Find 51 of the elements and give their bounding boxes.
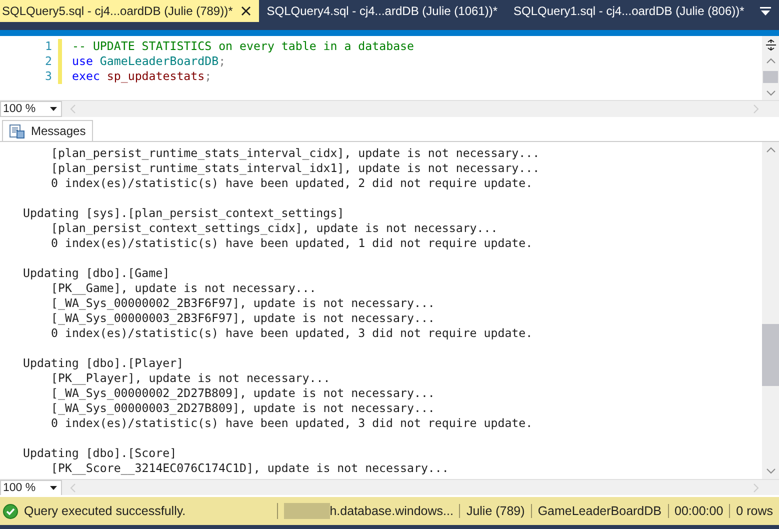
message-line: [PK__Score__3214EC076C174C1D], update is not necessary...	[51, 461, 449, 475]
message-line: [_WA_Sys_00000002_2D27B809], update is not necessary...	[51, 386, 435, 400]
code-line: use GameLeaderBoardDB;	[72, 54, 227, 69]
document-tab[interactable]: SQLQuery4.sql - cj4...ardDB (Julie (1061))*	[264, 0, 506, 22]
message-line: [_WA_Sys_00000003_2B3F6F97], update is not necessary...	[51, 311, 435, 325]
scroll-up-icon[interactable]	[766, 57, 776, 65]
scroll-up-icon[interactable]	[766, 146, 776, 154]
user-name: Julie (789)	[466, 504, 525, 518]
scroll-down-icon[interactable]	[766, 89, 776, 97]
message-line: [_WA_Sys_00000002_2B3F6F97], update is not necessary...	[51, 296, 435, 310]
caret-icon	[50, 107, 57, 111]
message-line: [_WA_Sys_00000003_2D27B809], update is not necessary...	[51, 401, 435, 415]
message-line: [plan_persist_runtime_stats_interval_idx1], update is not necessary...	[51, 161, 540, 175]
scrollbar[interactable]	[762, 142, 779, 479]
caret-icon	[50, 486, 57, 490]
scroll-down-icon[interactable]	[766, 467, 776, 475]
code-line: exec sp_updatestats;	[72, 69, 213, 84]
scrollbar-thumb[interactable]	[763, 71, 778, 83]
zoom-dropdown[interactable]: 100 %	[0, 101, 62, 117]
message-line: Updating [dbo].[Game]	[23, 266, 170, 280]
check-circle-icon	[3, 504, 18, 518]
message-line: 0 index(es)/statistic(s) have been updated, 3 did not require update.	[51, 326, 533, 340]
message-line: [plan_persist_context_settings_cidx], update is not necessary...	[51, 221, 498, 235]
message-line: Updating [sys].[plan_persist_context_settings]	[23, 206, 344, 220]
line-number: 1	[44, 39, 52, 54]
server-name: h.database.windows...	[330, 504, 454, 518]
split-icon[interactable]	[764, 39, 776, 51]
elapsed-time: 00:00:00	[674, 504, 724, 518]
close-icon[interactable]	[240, 6, 251, 16]
scrollbar-thumb[interactable]	[762, 324, 779, 386]
message-line: Updating [dbo].[Score]	[23, 446, 177, 460]
dropdown-arrow-icon[interactable]	[760, 6, 771, 16]
code-line: -- UPDATE STATISTICS on every table in a database	[72, 39, 416, 54]
line-number: 3	[44, 69, 52, 84]
message-line: [PK__Player], update is not necessary...	[51, 371, 330, 385]
line-number: 2	[44, 54, 52, 69]
message-line: 0 index(es)/statistic(s) have been updated, 1 did not require update.	[51, 236, 533, 250]
zoom-dropdown[interactable]: 100 %	[0, 480, 62, 496]
document-icon	[9, 124, 25, 138]
redacted-block	[284, 503, 330, 519]
message-line: Updating [dbo].[Player]	[23, 356, 184, 370]
message-line: [PK__Game], update is not necessary...	[51, 281, 316, 295]
message-line: [plan_persist_runtime_stats_interval_cidx], update is not necessary...	[51, 146, 540, 160]
document-tab[interactable]: SQLQuery1.sql - cj4...oardDB (Julie (806))*	[512, 0, 752, 22]
document-tab[interactable]: SQLQuery5.sql - cj4...oardDB (Julie (789))*	[0, 0, 259, 22]
database-name: GameLeaderBoardDB	[538, 504, 662, 518]
message-line: 0 index(es)/statistic(s) have been updated, 3 did not require update.	[51, 416, 533, 430]
row-count: 0 rows	[736, 504, 773, 518]
messages-tab[interactable]: Messages	[2, 120, 93, 141]
message-line: 0 index(es)/statistic(s) have been updated, 2 did not require update.	[51, 176, 533, 190]
status-message: Query executed successfully.	[24, 504, 186, 518]
